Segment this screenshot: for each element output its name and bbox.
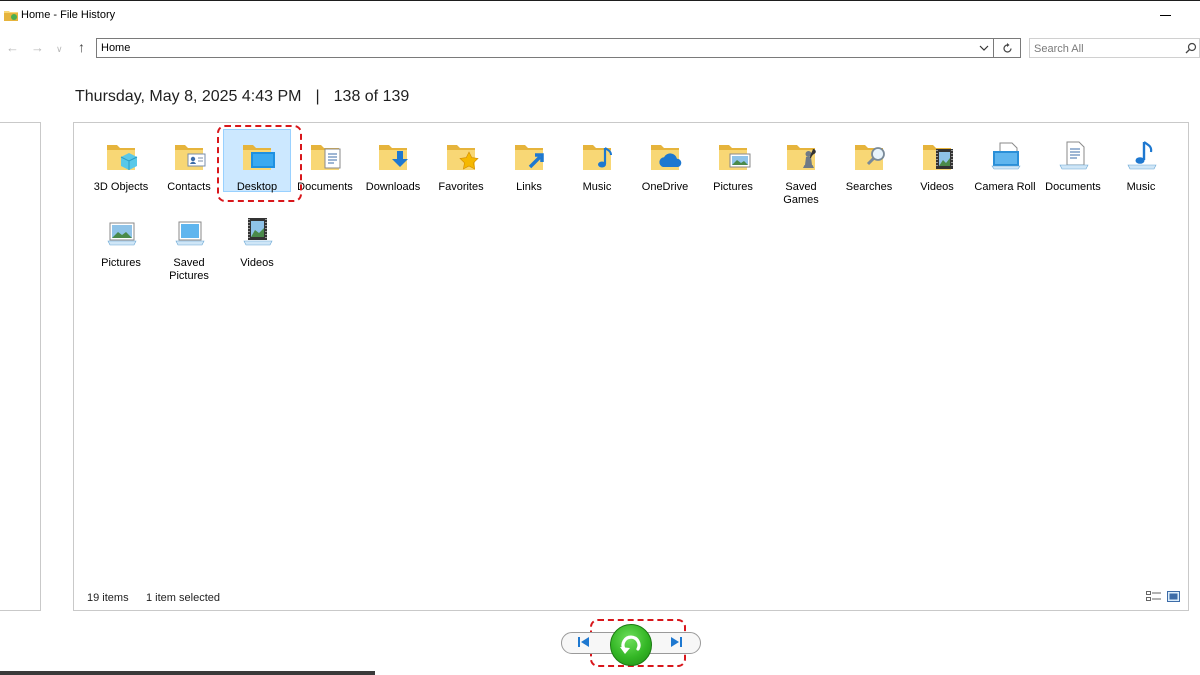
documents-library-icon	[1059, 141, 1089, 170]
file-history-icon	[4, 11, 18, 21]
item-videos[interactable]: Videos	[903, 129, 971, 199]
contacts-folder-icon	[175, 145, 206, 170]
desktop-folder-icon	[243, 145, 275, 170]
window-title: Home - File History	[21, 9, 116, 21]
item-label: Videos	[920, 181, 954, 193]
playback-controls	[561, 624, 701, 666]
item-searches[interactable]: Searches	[835, 129, 903, 199]
navigation-pane	[0, 122, 41, 611]
item-label: Favorites	[438, 181, 484, 193]
title-bar: Home - File History	[0, 0, 1200, 30]
camera-roll-library-icon	[991, 142, 1021, 170]
item-label: Documents	[1045, 181, 1101, 193]
snapshot-separator: |	[315, 88, 320, 105]
taskbar-edge	[0, 671, 375, 675]
item-label: Pictures	[713, 181, 753, 193]
item-music[interactable]: Music	[563, 129, 631, 199]
snapshot-info: Thursday, May 8, 2025 4:43 PM | 138 of 139	[75, 88, 409, 106]
search-box[interactable]	[1029, 38, 1200, 58]
item-saved-games[interactable]: Saved Games	[767, 129, 835, 206]
content-pane: 3D Objects Contacts Desktop Documents Do…	[73, 122, 1189, 611]
back-arrow-icon[interactable]: ←	[6, 40, 19, 55]
pictures-library-icon	[107, 222, 137, 246]
details-view-icon[interactable]	[1146, 591, 1161, 602]
item-label: Links	[516, 181, 542, 193]
status-bar: 19 items 1 item selected	[74, 586, 1188, 610]
item-count: 19 items	[87, 592, 129, 604]
previous-version-icon[interactable]	[575, 636, 591, 648]
item-label: Saved Pictures	[169, 257, 209, 282]
selection-status: 1 item selected	[146, 592, 220, 604]
refresh-button[interactable]	[994, 38, 1021, 58]
snapshot-position: 138 of 139	[333, 88, 410, 105]
address-path: Home	[101, 42, 131, 54]
item-contacts[interactable]: Contacts	[155, 129, 223, 199]
item-music-library[interactable]: Music	[1107, 129, 1175, 199]
item-label: Downloads	[365, 181, 421, 193]
videos-library-icon	[243, 218, 273, 246]
item-pictures-library[interactable]: Pictures	[87, 205, 155, 275]
search-icon[interactable]	[1185, 42, 1197, 54]
snapshot-datetime: Thursday, May 8, 2025 4:43 PM	[75, 88, 302, 105]
item-documents-library[interactable]: Documents	[1039, 129, 1107, 199]
next-version-icon[interactable]	[669, 636, 685, 648]
music-library-icon	[1127, 141, 1157, 170]
item-pictures[interactable]: Pictures	[699, 129, 767, 199]
music-folder-icon	[583, 145, 612, 170]
item-links[interactable]: Links	[495, 129, 563, 199]
item-videos-library[interactable]: Videos	[223, 205, 291, 275]
item-label: Documents	[297, 181, 353, 193]
documents-folder-icon	[311, 145, 341, 170]
pictures-folder-icon	[719, 145, 751, 170]
item-label: Pictures	[101, 257, 141, 269]
chevron-down-icon[interactable]	[979, 41, 989, 55]
item-camera-roll[interactable]: Camera Roll	[971, 129, 1039, 199]
item-label: 3D Objects	[93, 181, 149, 193]
item-label: Camera Roll	[974, 181, 1036, 193]
recent-locations-chevron-icon[interactable]: ∨	[56, 44, 63, 55]
saved-pictures-library-icon	[175, 221, 205, 246]
item-saved-pictures[interactable]: Saved Pictures	[155, 205, 223, 282]
item-label: Music	[1126, 181, 1156, 193]
onedrive-folder-icon	[651, 145, 682, 170]
downloads-folder-icon	[379, 145, 408, 170]
3d-objects-folder-icon	[107, 145, 138, 170]
item-onedrive[interactable]: OneDrive	[631, 129, 699, 199]
item-favorites[interactable]: Favorites	[427, 129, 495, 199]
refresh-icon	[1003, 43, 1012, 53]
item-label: Desktop	[236, 181, 278, 193]
searches-folder-icon	[855, 145, 885, 170]
item-label: Searches	[845, 181, 893, 193]
item-documents[interactable]: Documents	[291, 129, 359, 199]
videos-folder-icon	[923, 145, 953, 170]
favorites-folder-icon	[447, 145, 479, 170]
large-icons-icon[interactable]	[1167, 591, 1180, 602]
item-label: Music	[582, 181, 612, 193]
restore-button[interactable]	[610, 624, 652, 666]
address-bar[interactable]: Home	[96, 38, 994, 58]
item-label: OneDrive	[641, 181, 689, 193]
item-3d-objects[interactable]: 3D Objects	[87, 129, 155, 199]
item-label: Saved Games	[783, 181, 819, 206]
item-label: Videos	[240, 257, 274, 269]
item-downloads[interactable]: Downloads	[359, 129, 427, 199]
links-folder-icon	[515, 145, 544, 170]
minimize-button[interactable]	[1160, 15, 1171, 16]
up-arrow-icon[interactable]: ↑	[78, 39, 85, 55]
item-desktop[interactable]: Desktop	[223, 129, 291, 193]
forward-arrow-icon[interactable]: →	[31, 40, 44, 55]
item-label: Contacts	[167, 181, 211, 193]
search-input[interactable]	[1034, 41, 1174, 56]
restore-icon	[620, 635, 641, 654]
saved-games-folder-icon	[787, 145, 816, 170]
